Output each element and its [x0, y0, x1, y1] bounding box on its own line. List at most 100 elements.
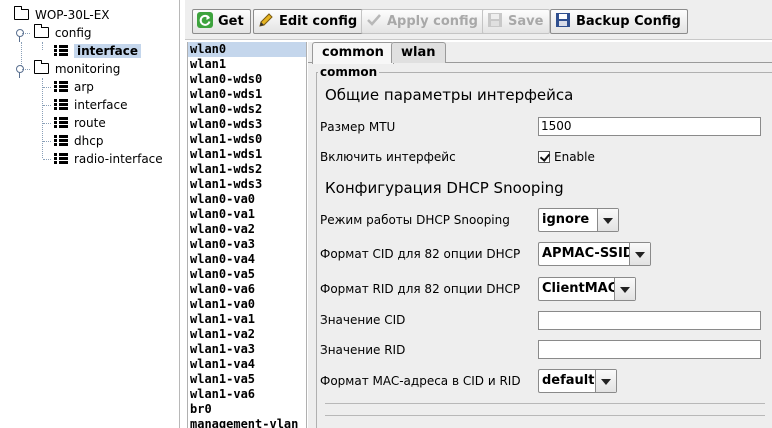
expand-handle-icon[interactable] [16, 65, 24, 78]
tree-root-label: WOP-30L-EX [35, 8, 110, 22]
tree-node-monitoring-label: monitoring [54, 62, 121, 76]
interface-list-item[interactable]: wlan0-wds1 [188, 87, 306, 102]
enable-checkbox-text: Enable [554, 150, 595, 164]
apply-config-button-label: Apply config [387, 14, 478, 29]
interface-list-item[interactable]: wlan1 [188, 57, 306, 72]
pencil-icon [258, 12, 274, 28]
save-disk-icon [487, 12, 503, 28]
refresh-icon [197, 12, 213, 28]
interface-list-item[interactable]: wlan0-va5 [188, 267, 306, 282]
mac-format-value: default [542, 373, 595, 388]
tree-node-arp-label: arp [74, 80, 94, 94]
section-dhcp-title: Конфигурация DHCP Snooping [325, 179, 564, 197]
tree-node-config[interactable]: config [16, 24, 92, 42]
tree-node-interface-label: interface [74, 44, 142, 58]
separator [325, 415, 765, 416]
tree-node-monitoring-interface[interactable]: interface [54, 96, 128, 114]
dhcp-mode-value: ignore [542, 212, 590, 227]
rid-value-label: Значение RID [320, 343, 406, 357]
tree-node-dhcp-label: dhcp [74, 134, 104, 148]
interface-list-item[interactable]: wlan1-wds2 [188, 162, 306, 177]
edit-config-button[interactable]: Edit config [253, 9, 365, 34]
list-icon [54, 99, 68, 110]
section-general-title: Общие параметры интерфейса [325, 86, 574, 104]
list-icon [54, 135, 68, 146]
enable-interface-label: Включить интерфейс [320, 150, 456, 164]
chevron-down-icon[interactable] [595, 370, 616, 392]
mac-format-label: Формат MAC-адреса в CID и RID [320, 374, 521, 388]
interface-list-item[interactable]: wlan0 [188, 42, 306, 57]
floppy-disk-icon [555, 12, 571, 28]
interface-list-item[interactable]: wlan1-va5 [188, 372, 306, 387]
navigation-tree: WOP-30L-EX config interface monitoring a… [0, 0, 180, 428]
interface-list-item[interactable]: br0 [188, 402, 306, 417]
folder-icon [33, 60, 49, 74]
folder-icon [33, 24, 49, 38]
interface-list-item[interactable]: wlan0-va2 [188, 222, 306, 237]
tree-node-route[interactable]: route [54, 114, 106, 132]
tree-node-radio-interface-label: radio-interface [74, 152, 163, 166]
tree-node-dhcp[interactable]: dhcp [54, 132, 103, 150]
chevron-down-icon[interactable] [614, 278, 635, 300]
folder-icon [14, 6, 29, 20]
tree-node-arp[interactable]: arp [54, 78, 94, 96]
expand-handle-icon[interactable] [16, 29, 24, 42]
list-icon [54, 117, 68, 128]
cid-value-label: Значение CID [320, 313, 406, 327]
tree-node-config-label: config [54, 26, 92, 40]
tree-root[interactable]: WOP-30L-EX [14, 6, 110, 24]
rid-value-input[interactable] [538, 340, 761, 359]
interface-list-item[interactable]: wlan0-va6 [188, 282, 306, 297]
save-button[interactable]: Save [482, 9, 551, 34]
tree-node-monitoring[interactable]: monitoring [16, 60, 120, 78]
tree-node-route-label: route [74, 116, 106, 130]
interface-list-item[interactable]: wlan1-va6 [188, 387, 306, 402]
interface-list-item[interactable]: wlan1-wds3 [188, 177, 306, 192]
list-icon [54, 45, 68, 56]
chevron-down-icon[interactable] [597, 209, 618, 231]
mac-format-select[interactable]: default [538, 369, 617, 393]
rid-format-select[interactable]: ClientMAC [538, 277, 636, 301]
interface-list-item[interactable]: wlan0-wds2 [188, 102, 306, 117]
backup-config-button[interactable]: Backup Config [550, 9, 688, 34]
tab-wlan-label: wlan [401, 45, 436, 60]
rid-format-value: ClientMAC [542, 281, 618, 296]
check-icon [366, 12, 382, 28]
enable-checkbox[interactable]: Enable [538, 150, 595, 164]
cid-format-label: Формат CID для 82 опции DHCP [320, 247, 521, 261]
separator [325, 403, 765, 404]
get-button-label: Get [218, 14, 244, 29]
mtu-input[interactable]: 1500 [538, 117, 761, 136]
interface-list-item[interactable]: wlan1-va2 [188, 327, 306, 342]
interface-list-item[interactable]: management-vlan [188, 417, 306, 428]
dhcp-mode-label: Режим работы DHCP Snooping [320, 213, 510, 227]
tab-common[interactable]: common [312, 42, 394, 64]
save-button-label: Save [508, 14, 544, 29]
interface-list-item[interactable]: wlan0-va4 [188, 252, 306, 267]
tree-node-interface[interactable]: interface [54, 42, 142, 60]
interface-list-item[interactable]: wlan0-wds3 [188, 117, 306, 132]
interface-list-item[interactable]: wlan0-va1 [188, 207, 306, 222]
interface-list-item[interactable]: wlan1-va0 [188, 297, 306, 312]
interface-list-item[interactable]: wlan0-va3 [188, 237, 306, 252]
edit-config-button-label: Edit config [279, 14, 358, 29]
tab-wlan[interactable]: wlan [391, 42, 446, 63]
backup-config-button-label: Backup Config [576, 14, 681, 29]
interface-list-item[interactable]: wlan1-va4 [188, 357, 306, 372]
tree-node-monitoring-interface-label: interface [74, 98, 128, 112]
interface-list-item[interactable]: wlan1-va3 [188, 342, 306, 357]
apply-config-button[interactable]: Apply config [361, 9, 485, 34]
interface-list-item[interactable]: wlan1-wds1 [188, 147, 306, 162]
interface-list-item[interactable]: wlan1-va1 [188, 312, 306, 327]
interface-list-item[interactable]: wlan0-va0 [188, 192, 306, 207]
rid-format-label: Формат RID для 82 опции DHCP [320, 282, 521, 296]
cid-value-input[interactable] [538, 311, 761, 330]
interface-list-item[interactable]: wlan0-wds0 [188, 72, 306, 87]
interface-list-item[interactable]: wlan1-wds0 [188, 132, 306, 147]
dhcp-mode-select[interactable]: ignore [538, 208, 619, 232]
config-pane: common wlan common Общие параметры интер… [308, 42, 772, 428]
cid-format-select[interactable]: APMAC-SSID [538, 242, 651, 266]
tree-node-radio-interface[interactable]: radio-interface [54, 150, 163, 168]
get-button[interactable]: Get [192, 9, 251, 34]
chevron-down-icon[interactable] [629, 243, 650, 265]
